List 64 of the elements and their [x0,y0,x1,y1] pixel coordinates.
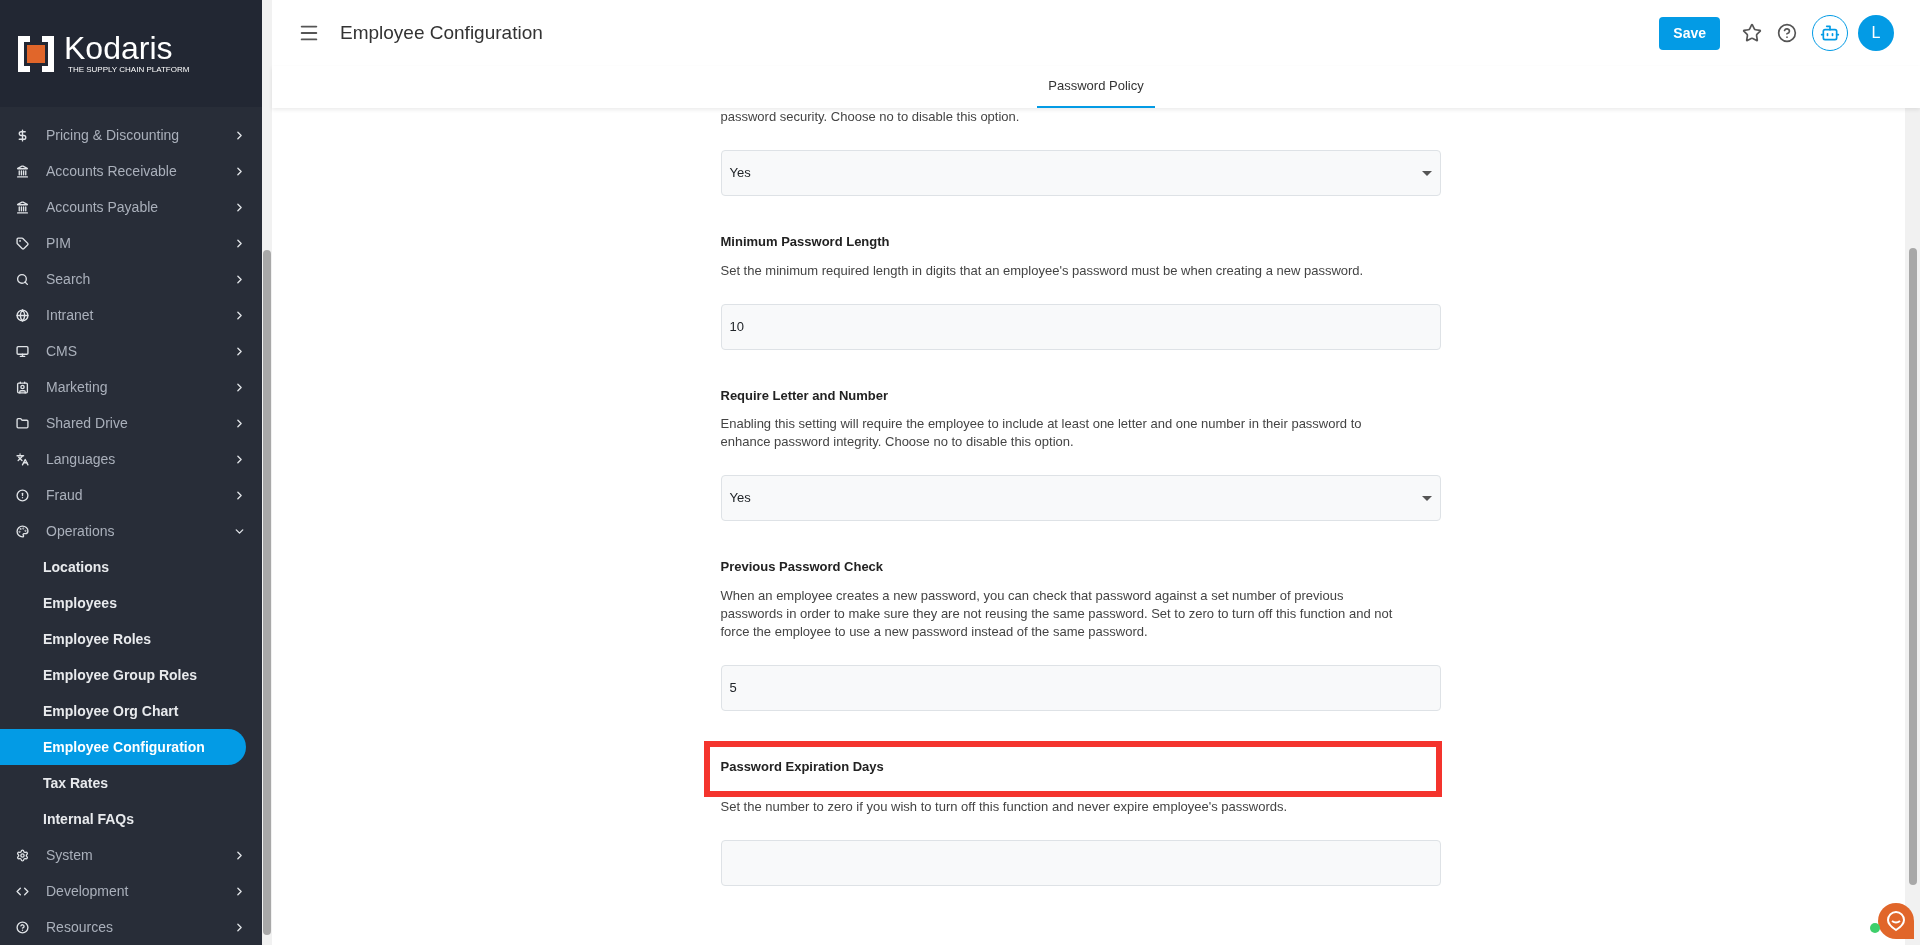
setting-title: Minimum Password Length [720,233,891,251]
sidebar-item[interactable]: Resources [0,909,262,945]
select-field[interactable]: Yes [720,475,1441,521]
input-field[interactable]: 10 [720,303,1441,350]
robot-icon [1820,23,1840,43]
sidebar-subitem[interactable]: Internal FAQs [0,801,262,837]
sidebar-item[interactable]: Languages [0,441,262,477]
sidebar-subitem[interactable]: Locations [0,549,262,585]
monitor-icon [16,344,29,358]
settings-icon [16,848,29,862]
sidebar-item[interactable]: Pricing & Discounting [0,117,262,153]
dollar-icon [16,128,29,142]
scrollbar-thumb[interactable] [1908,248,1917,885]
logo-tagline: THE SUPPLY CHAIN PLATFORM [67,63,190,76]
sidebar-subitem[interactable]: Employee Roles [0,621,262,657]
page-title: Employee Configuration [340,20,543,45]
sidebar-item[interactable]: Intranet [0,297,262,333]
sidebar-subitem[interactable]: Employee Group Roles [0,657,262,693]
setting-description: Set the minimum required length in digits that an employee's password must be when creating a new password. [720,261,1365,280]
setting-description: password security. Choose no to disable this option. [720,108,1021,126]
logo-icon [16,33,56,74]
search-icon [16,272,29,286]
tag-icon [16,236,29,250]
folder-icon [16,416,29,430]
logo-name: Kodaris [64,31,174,64]
smile-bubble-icon [1885,910,1907,932]
sidebar-item[interactable]: CMS [0,333,262,369]
bank-icon [16,200,29,214]
help-icon[interactable] [1777,23,1797,43]
globe-icon [16,308,29,322]
setting-title: Password Expiration Days [720,757,885,776]
palette-icon [16,524,29,538]
caret-icon [1421,495,1432,501]
setting-description: Set the number to zero if you wish to turn off this function and never expire employee's passwords. [720,798,1289,816]
sidebar-item[interactable]: Fraud [0,477,262,513]
scrollbar-thumb[interactable] [263,250,271,935]
tab[interactable]: Password Policy [1037,66,1155,108]
input-field[interactable]: 5 [720,664,1441,711]
sidebar-item[interactable]: PIM [0,225,262,261]
sidebar-subitem[interactable]: Tax Rates [0,765,262,801]
caret-icon [1421,170,1432,176]
setting-title: Require Letter and Number [720,386,890,405]
alert-icon [16,488,29,502]
star-icon[interactable] [1742,23,1762,43]
setting-description: When an employee creates a new password, you can check that password against a set number of previous passwords in order to make sure they are not reusing the same password. Set to zero to turn off this function and not force the employee to use a new password instead of the same password. [720,586,1394,641]
sidebar-subitem[interactable]: Employees [0,585,262,621]
translate-icon [16,452,29,466]
help-icon [16,920,29,934]
sidebar-item[interactable]: Marketing [0,369,262,405]
chat-widget-button[interactable] [1878,903,1914,939]
sidebar-item[interactable]: System [0,837,262,873]
sidebar-item[interactable]: Accounts Payable [0,189,262,225]
sidebar-subitem[interactable]: Employee Org Chart [0,693,262,729]
select-field[interactable]: Yes [720,150,1441,196]
bank-icon [16,164,29,178]
setting-title: Previous Password Check [720,558,885,576]
input-field[interactable] [720,840,1441,886]
sidebar-item[interactable]: Operations [0,513,262,549]
sidebar-item[interactable]: Accounts Receivable [0,153,262,189]
sidebar-item[interactable]: Search [0,261,262,297]
contact-card-icon [16,380,29,394]
setting-description: Enabling this setting will require the employee to include at least one letter and one number in their password to enhance password integrity. Choose no to disable this option. [720,415,1363,451]
sidebar-item[interactable]: Development [0,873,262,909]
sidebar-item[interactable]: Shared Drive [0,405,262,441]
